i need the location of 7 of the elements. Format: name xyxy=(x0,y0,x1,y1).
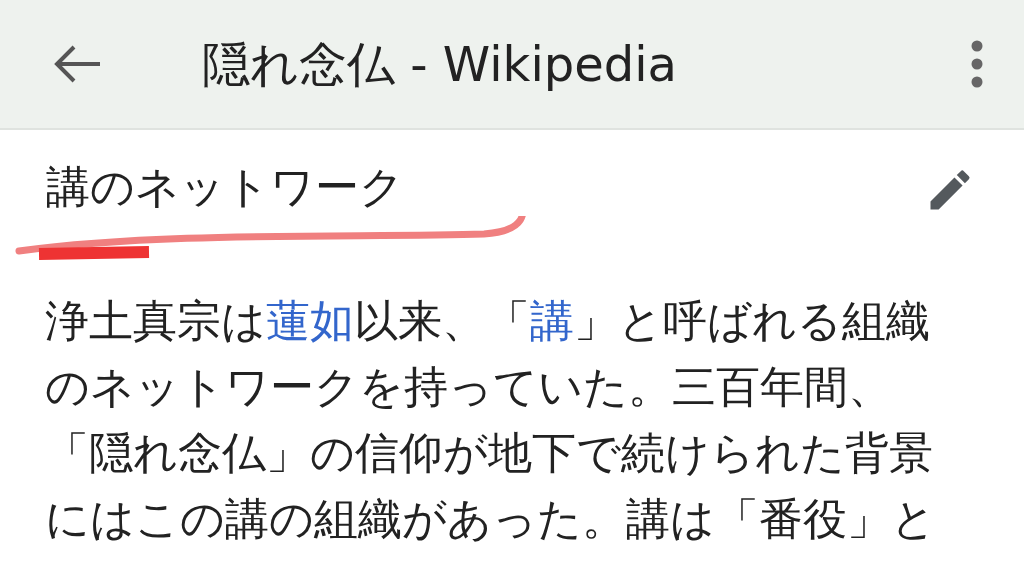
back-icon[interactable] xyxy=(52,44,102,84)
page-title: 隠れ念仏 - Wikipedia xyxy=(202,35,677,94)
more-options-icon[interactable] xyxy=(970,40,984,88)
paragraph: 浄土真宗は蓮如以来、「講」と呼ばれる組織のネットワークを持っていた。三百年間、「隠れ念仏」の信仰が地下で続けられた背景にはこの講の組織があった。講は「番役」と xyxy=(45,294,937,546)
section-heading: 講のネットワーク xyxy=(45,160,404,214)
link[interactable]: 蓮如 xyxy=(266,295,354,346)
link[interactable]: 講 xyxy=(530,295,574,346)
